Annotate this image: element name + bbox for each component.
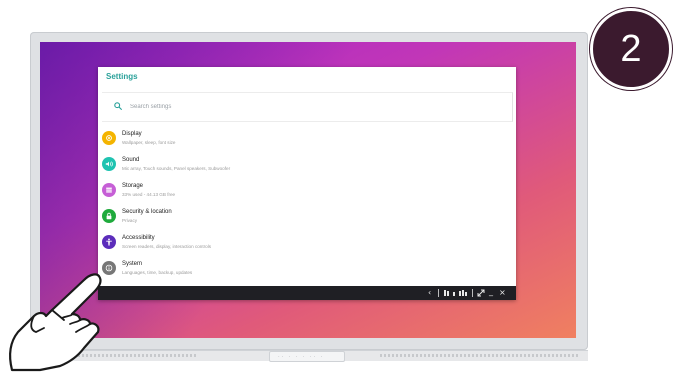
pointing-hand-icon	[8, 273, 102, 372]
step-number: 2	[620, 27, 642, 70]
expand-icon[interactable]	[477, 289, 485, 297]
settings-item-display[interactable]: Display Wallpaper, sleep, font size	[98, 127, 516, 151]
sound-icon	[102, 157, 116, 171]
item-title: Sound	[122, 157, 140, 163]
apps-icon[interactable]	[444, 290, 468, 296]
search-icon	[114, 102, 122, 110]
accessibility-icon	[102, 235, 116, 249]
navigation-bar: ‹ _ ×	[98, 286, 516, 300]
settings-item-system[interactable]: System Languages, time, backup, updates	[98, 257, 516, 281]
lock-icon	[102, 209, 116, 223]
item-title: Accessibility	[122, 235, 155, 241]
search-input[interactable]	[130, 101, 450, 113]
item-subtitle: Mic array, Touch sounds, Panel speakers,…	[122, 166, 231, 171]
settings-item-storage[interactable]: Storage 33% used - 44.13 GB free	[98, 179, 516, 203]
item-subtitle: Screen readers, display, interaction con…	[122, 244, 212, 249]
settings-window: Settings Display Wallpaper, sleep, font …	[98, 67, 516, 300]
search-bar[interactable]	[102, 92, 513, 122]
settings-item-security[interactable]: Security & location Privacy	[98, 205, 516, 229]
item-subtitle: Privacy	[122, 218, 138, 223]
minimize-button[interactable]: _	[489, 287, 493, 297]
display-icon	[102, 131, 116, 145]
item-subtitle: Wallpaper, sleep, font size	[122, 140, 176, 145]
window-title: Settings	[106, 72, 138, 81]
close-button[interactable]: ×	[499, 288, 506, 298]
settings-item-sound[interactable]: Sound Mic array, Touch sounds, Panel spe…	[98, 153, 516, 177]
item-title: Security & location	[122, 209, 172, 215]
item-title: Display	[122, 131, 142, 137]
settings-item-accessibility[interactable]: Accessibility Screen readers, display, i…	[98, 231, 516, 255]
storage-icon	[102, 183, 116, 197]
step-badge: 2	[590, 8, 672, 90]
item-subtitle: 33% used - 44.13 GB free	[122, 192, 176, 197]
item-title: Storage	[122, 183, 144, 189]
back-button[interactable]: ‹	[428, 288, 431, 298]
control-knob: ·· · · · ·· ·	[269, 351, 345, 362]
